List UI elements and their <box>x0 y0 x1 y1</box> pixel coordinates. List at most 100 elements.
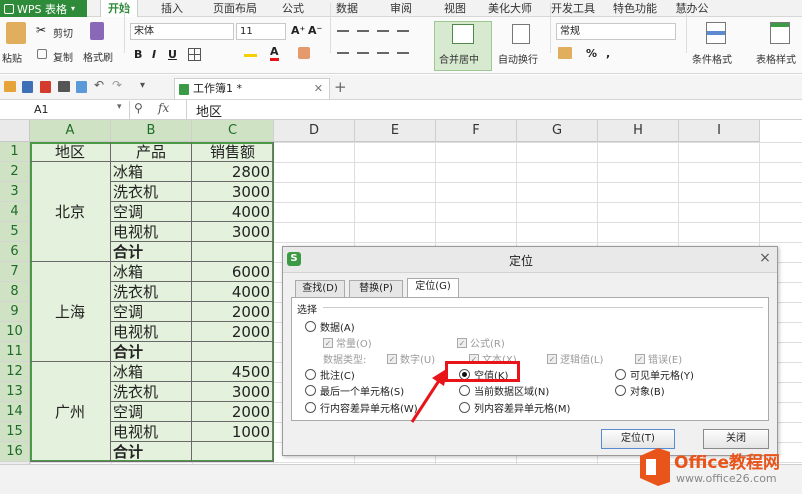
radio-col-diff[interactable] <box>459 402 470 413</box>
save-icon[interactable] <box>22 81 33 93</box>
row-header-8[interactable]: 8 <box>0 282 30 302</box>
percent-button[interactable]: % <box>586 47 597 60</box>
align-top-middle-bottom-icon[interactable] <box>337 24 417 38</box>
open-folder-icon[interactable] <box>4 81 16 92</box>
undo-icon[interactable]: ↶ <box>94 78 104 92</box>
radio-last-cell[interactable] <box>305 385 316 396</box>
row-header-3[interactable]: 3 <box>0 182 30 202</box>
option-data[interactable]: 数据(A) <box>305 319 355 334</box>
conditional-format-button[interactable]: 条件格式 <box>692 51 732 66</box>
sales-cell[interactable]: 2800 <box>192 162 274 182</box>
radio-visible[interactable] <box>615 369 626 380</box>
option-current-region[interactable]: 当前数据区域(N) <box>459 383 549 398</box>
underline-button[interactable]: U <box>168 48 177 61</box>
select-all-corner[interactable] <box>0 120 30 142</box>
product-cell[interactable]: 空调 <box>111 202 192 222</box>
row-header-11[interactable]: 11 <box>0 342 30 362</box>
radio-data[interactable] <box>305 321 316 332</box>
function-icon[interactable]: fx <box>158 101 169 115</box>
paste-button[interactable]: 粘贴 <box>2 50 22 65</box>
option-logical[interactable]: ✓ 逻辑值(L) <box>547 351 603 366</box>
menu-huibangong[interactable]: 慧办公 <box>670 0 714 17</box>
total-label-cell[interactable]: 合计 <box>111 442 192 462</box>
redo-icon[interactable]: ↷ <box>112 78 122 92</box>
header-cell[interactable]: 产品 <box>111 142 192 162</box>
checkbox-number[interactable]: ✓ <box>387 353 397 364</box>
number-format-select[interactable]: 常规 <box>556 23 676 40</box>
row-header-7[interactable]: 7 <box>0 262 30 282</box>
option-constant[interactable]: ✓ 常量(O) <box>323 335 372 350</box>
menu-page-layout[interactable]: 页面布局 <box>204 0 266 17</box>
sales-cell[interactable]: 4500 <box>192 362 274 382</box>
total-label-cell[interactable]: 合计 <box>111 242 192 262</box>
tab-workbook1[interactable]: 工作簿1 * ✕ <box>174 78 330 99</box>
column-header-i[interactable]: I <box>679 120 760 142</box>
column-header-f[interactable]: F <box>436 120 517 142</box>
menu-home[interactable]: 开始 <box>100 0 138 17</box>
font-name-select[interactable]: 宋体 <box>130 23 234 40</box>
app-menu-button[interactable]: WPS 表格 ▾ <box>0 0 87 17</box>
product-cell[interactable]: 冰箱 <box>111 262 192 282</box>
menu-review[interactable]: 审阅 <box>384 0 418 17</box>
format-painter-button[interactable]: 格式刷 <box>83 49 113 64</box>
radio-object[interactable] <box>615 385 626 396</box>
radio-comment[interactable] <box>305 369 316 380</box>
column-header-a[interactable]: A <box>30 120 111 142</box>
checkbox-logical[interactable]: ✓ <box>547 353 557 364</box>
name-box-dropdown-icon[interactable]: ▾ <box>117 102 122 112</box>
tab-goto[interactable]: 定位(G) <box>407 278 459 298</box>
product-cell[interactable]: 洗衣机 <box>111 182 192 202</box>
row-header-16[interactable]: 16 <box>0 442 30 462</box>
row-header-4[interactable]: 4 <box>0 202 30 222</box>
format-painter-icon[interactable] <box>90 22 104 40</box>
checkbox-constant[interactable]: ✓ <box>323 337 333 348</box>
bold-button[interactable]: B <box>134 48 142 61</box>
row-header-5[interactable]: 5 <box>0 222 30 242</box>
column-header-c[interactable]: C <box>192 120 274 142</box>
print-icon[interactable] <box>58 81 70 92</box>
sales-cell[interactable]: 4000 <box>192 202 274 222</box>
column-header-g[interactable]: G <box>517 120 598 142</box>
sales-cell[interactable]: 4000 <box>192 282 274 302</box>
italic-button[interactable]: I <box>152 48 156 61</box>
new-tab-button[interactable]: + <box>334 78 347 96</box>
total-label-cell[interactable]: 合计 <box>111 342 192 362</box>
option-comment[interactable]: 批注(C) <box>305 367 355 382</box>
sales-cell[interactable]: 3000 <box>192 222 274 242</box>
header-cell[interactable]: 销售额 <box>192 142 274 162</box>
menu-insert[interactable]: 插入 <box>150 0 194 17</box>
scissors-icon[interactable]: ✂ <box>36 23 46 37</box>
qat-dropdown-icon[interactable]: ▾ <box>140 80 145 91</box>
header-cell[interactable]: 地区 <box>30 142 111 162</box>
checkbox-formula[interactable]: ✓ <box>457 337 467 348</box>
menu-features[interactable]: 特色功能 <box>610 0 660 17</box>
region-cell[interactable]: 广州 <box>30 362 111 462</box>
option-formula[interactable]: ✓ 公式(R) <box>457 335 505 350</box>
row-header-12[interactable]: 12 <box>0 362 30 382</box>
wrap-text-button[interactable]: 自动换行 <box>498 51 538 66</box>
option-row-diff[interactable]: 行内容差异单元格(W) <box>305 400 418 415</box>
checkbox-error[interactable]: ✓ <box>635 353 645 364</box>
align-left-center-right-icon[interactable] <box>337 46 417 60</box>
paste-icon[interactable] <box>6 22 26 44</box>
zoom-search-icon[interactable]: ⚲ <box>134 101 143 115</box>
grow-font-button[interactable]: A⁺ <box>291 24 305 37</box>
option-col-diff[interactable]: 列内容差异单元格(M) <box>459 400 570 415</box>
row-header-14[interactable]: 14 <box>0 402 30 422</box>
table-style-button[interactable]: 表格样式 <box>756 51 796 66</box>
menu-data[interactable]: 数据 <box>330 0 364 17</box>
wrap-text-icon[interactable] <box>512 24 530 44</box>
menu-developer[interactable]: 开发工具 <box>548 0 598 17</box>
product-cell[interactable]: 电视机 <box>111 422 192 442</box>
row-header-15[interactable]: 15 <box>0 422 30 442</box>
column-header-d[interactable]: D <box>274 120 355 142</box>
font-color-button[interactable]: A <box>270 46 279 61</box>
row-header-6[interactable]: 6 <box>0 242 30 262</box>
radio-row-diff[interactable] <box>305 402 316 413</box>
menu-beautify[interactable]: 美化大师 <box>482 0 538 17</box>
option-visible[interactable]: 可见单元格(Y) <box>615 367 694 382</box>
font-size-select[interactable]: 11 <box>236 23 286 40</box>
option-last-cell[interactable]: 最后一个单元格(S) <box>305 383 404 398</box>
product-cell[interactable]: 冰箱 <box>111 162 192 182</box>
region-cell[interactable]: 北京 <box>30 162 111 262</box>
